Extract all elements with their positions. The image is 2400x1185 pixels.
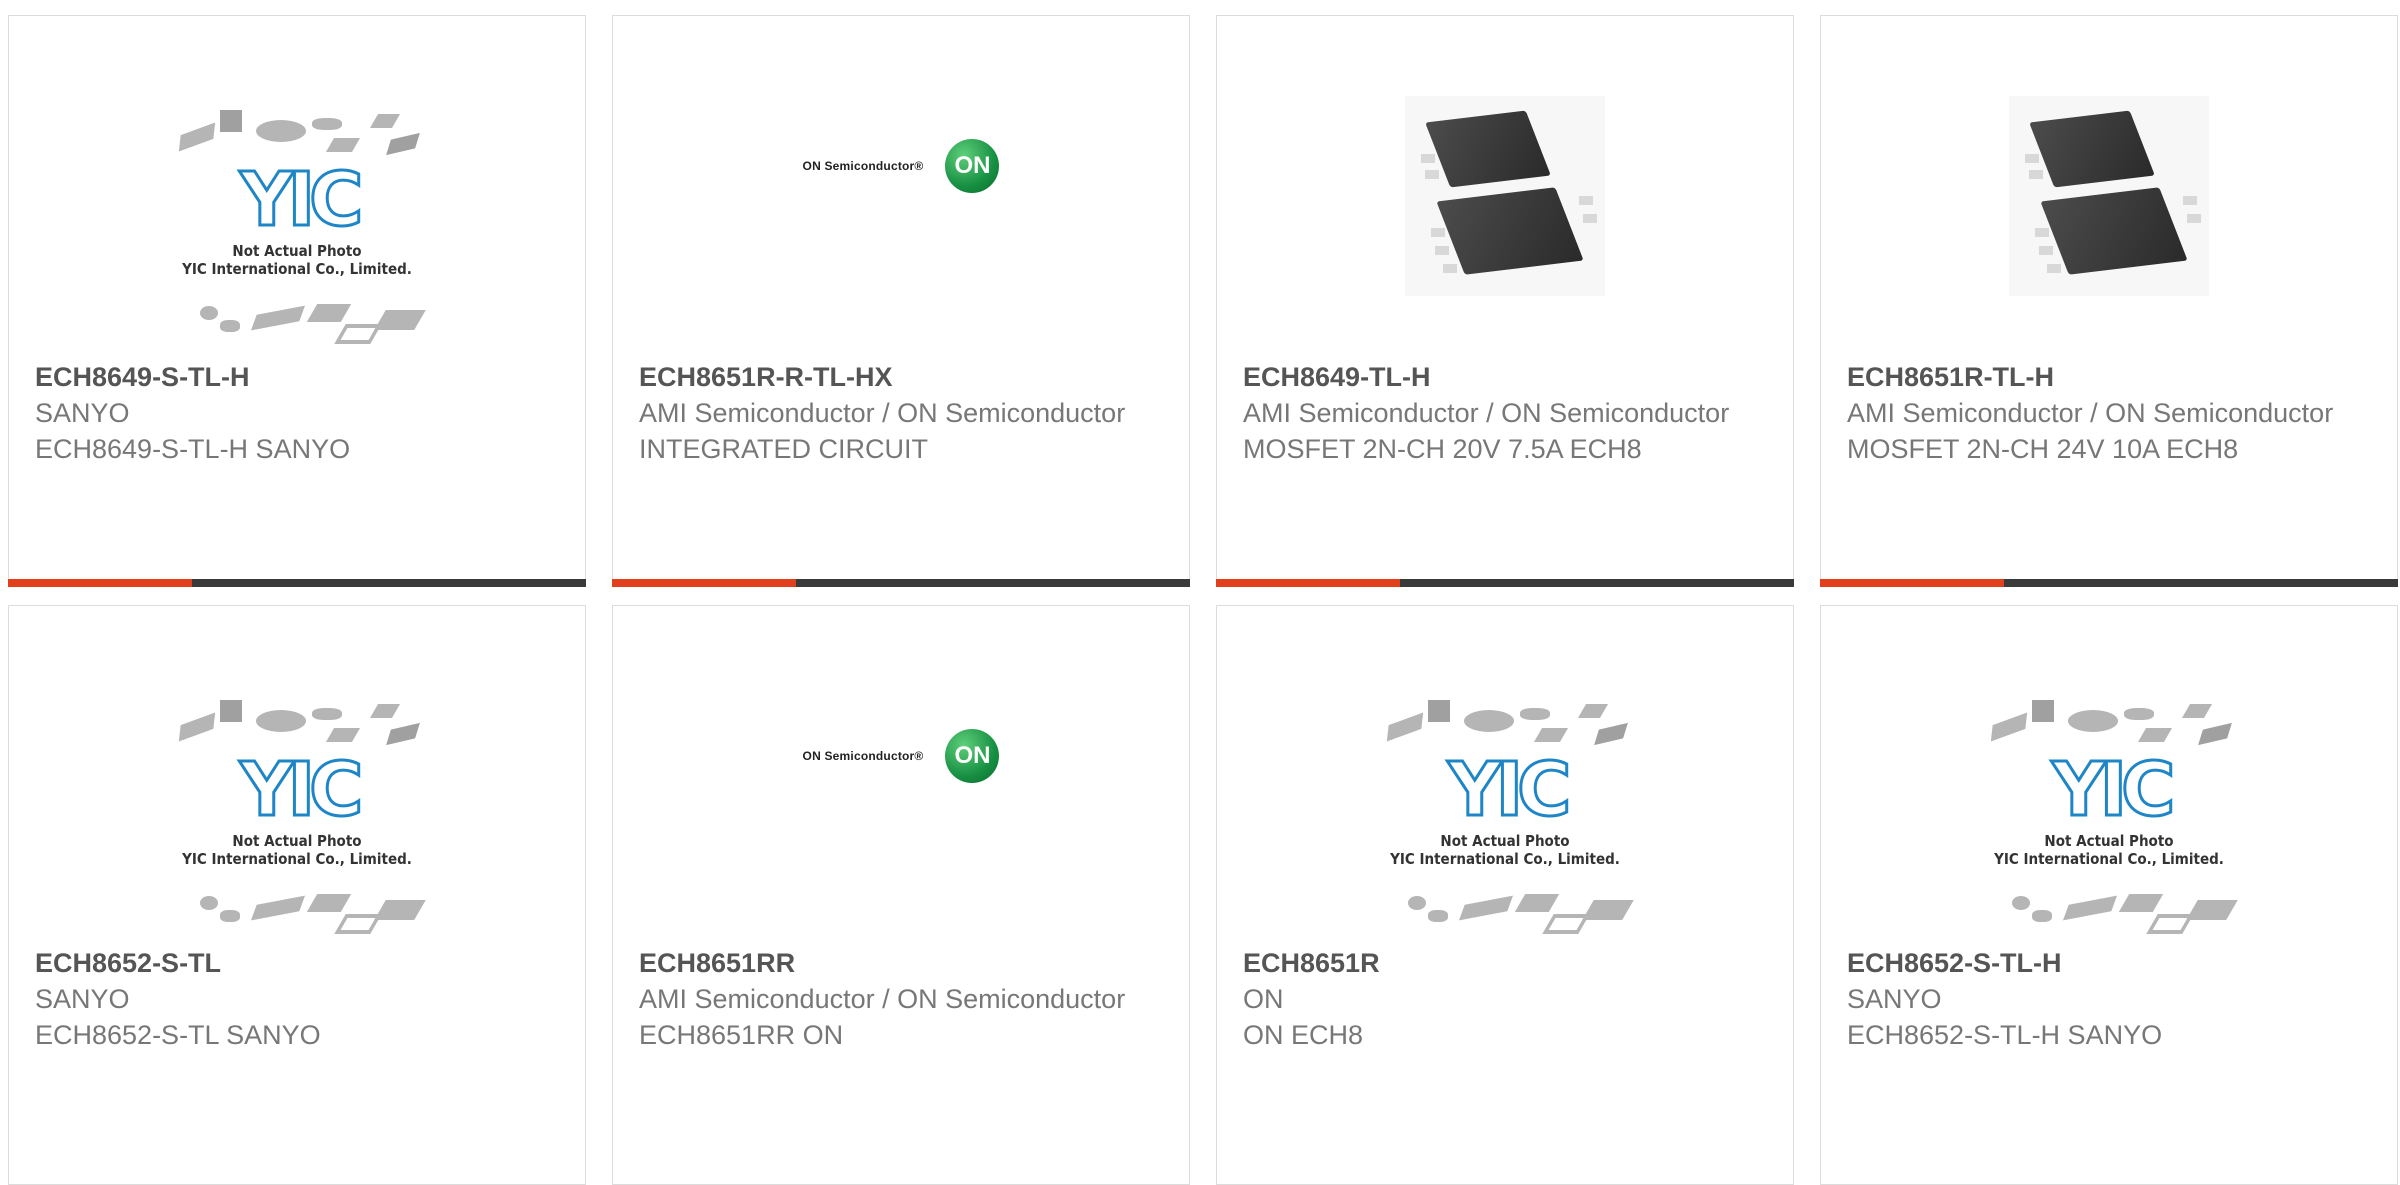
manufacturer: AMI Semiconductor / ON Semiconductor xyxy=(639,984,1126,1014)
yic-logo: YIC xyxy=(239,157,365,243)
yic-placeholder-image: YIC Not Actual Photo YIC International C… xyxy=(162,106,432,356)
on-badge-icon: ON xyxy=(945,729,1000,783)
image-note: Not Actual Photo YIC International Co., … xyxy=(182,832,412,868)
product-image[interactable]: YIC Not Actual Photo YIC International C… xyxy=(9,101,585,361)
description: ON ECH8 xyxy=(1243,1020,1364,1050)
part-number[interactable]: ECH8652-S-TL xyxy=(35,945,565,981)
yic-placeholder-image: YIC Not Actual Photo YIC International C… xyxy=(1974,696,2244,946)
product-image[interactable]: ON Semiconductor® ON xyxy=(613,101,1189,361)
product-image[interactable]: ON Semiconductor® ON xyxy=(613,691,1189,951)
part-number[interactable]: ECH8649-S-TL-H xyxy=(35,359,565,395)
card-accent-bar xyxy=(8,579,586,587)
card-accent-bar xyxy=(1820,579,2398,587)
product-card[interactable]: YIC Not Actual Photo YIC International C… xyxy=(1820,605,2398,1185)
description: INTEGRATED CIRCUIT xyxy=(639,434,928,464)
description: ECH8649-S-TL-H SANYO xyxy=(35,434,351,464)
product-image[interactable] xyxy=(1821,96,2397,361)
product-image[interactable]: YIC Not Actual Photo YIC International C… xyxy=(9,691,585,951)
manufacturer: AMI Semiconductor / ON Semiconductor xyxy=(1243,398,1730,428)
image-note: Not Actual Photo YIC International Co., … xyxy=(1390,832,1620,868)
yic-placeholder-image: YIC Not Actual Photo YIC International C… xyxy=(1370,696,1640,946)
part-number[interactable]: ECH8651R-R-TL-HX xyxy=(639,359,1169,395)
card-accent-bar xyxy=(612,579,1190,587)
description: ECH8652-S-TL-H SANYO xyxy=(1847,1020,2163,1050)
manufacturer: SANYO xyxy=(35,398,130,428)
product-card[interactable]: ON Semiconductor® ON ECH8651RR AMI Semic… xyxy=(612,605,1190,1185)
manufacturer: AMI Semiconductor / ON Semiconductor xyxy=(639,398,1126,428)
product-card[interactable]: YIC Not Actual Photo YIC International C… xyxy=(8,605,586,1185)
part-number[interactable]: ECH8651R xyxy=(1243,945,1773,981)
on-semiconductor-logo: ON Semiconductor® ON xyxy=(803,729,1000,783)
product-card[interactable]: ECH8649-TL-H AMI Semiconductor / ON Semi… xyxy=(1216,15,1794,587)
part-number[interactable]: ECH8652-S-TL-H xyxy=(1847,945,2377,981)
yic-logo: YIC xyxy=(2051,747,2177,833)
description: MOSFET 2N-CH 20V 7.5A ECH8 xyxy=(1243,434,1642,464)
product-card[interactable]: ON Semiconductor® ON ECH8651R-R-TL-HX AM… xyxy=(612,15,1190,587)
yic-placeholder-image: YIC Not Actual Photo YIC International C… xyxy=(162,696,432,946)
description: MOSFET 2N-CH 24V 10A ECH8 xyxy=(1847,434,2239,464)
on-semiconductor-logo: ON Semiconductor® ON xyxy=(803,139,1000,193)
yic-logo: YIC xyxy=(239,747,365,833)
yic-logo: YIC xyxy=(1447,747,1573,833)
manufacturer: ON xyxy=(1243,984,1284,1014)
product-image[interactable]: YIC Not Actual Photo YIC International C… xyxy=(1217,691,1793,951)
part-number[interactable]: ECH8651RR xyxy=(639,945,1169,981)
ech8-package-photo xyxy=(1405,96,1605,296)
manufacturer: SANYO xyxy=(35,984,130,1014)
product-image[interactable]: YIC Not Actual Photo YIC International C… xyxy=(1821,691,2397,951)
on-badge-icon: ON xyxy=(945,139,1000,193)
manufacturer: SANYO xyxy=(1847,984,1942,1014)
product-card[interactable]: YIC Not Actual Photo YIC International C… xyxy=(1216,605,1794,1185)
product-card[interactable]: ECH8651R-TL-H AMI Semiconductor / ON Sem… xyxy=(1820,15,2398,587)
part-number[interactable]: ECH8651R-TL-H xyxy=(1847,359,2377,395)
description: ECH8652-S-TL SANYO xyxy=(35,1020,321,1050)
part-number[interactable]: ECH8649-TL-H xyxy=(1243,359,1773,395)
manufacturer: AMI Semiconductor / ON Semiconductor xyxy=(1847,398,2334,428)
product-card[interactable]: YIC Not Actual Photo YIC International C… xyxy=(8,15,586,587)
ech8-package-photo xyxy=(2009,96,2209,296)
image-note: Not Actual Photo YIC International Co., … xyxy=(182,242,412,278)
card-accent-bar xyxy=(1216,579,1794,587)
description: ECH8651RR ON xyxy=(639,1020,844,1050)
product-image[interactable] xyxy=(1217,96,1793,361)
image-note: Not Actual Photo YIC International Co., … xyxy=(1994,832,2224,868)
